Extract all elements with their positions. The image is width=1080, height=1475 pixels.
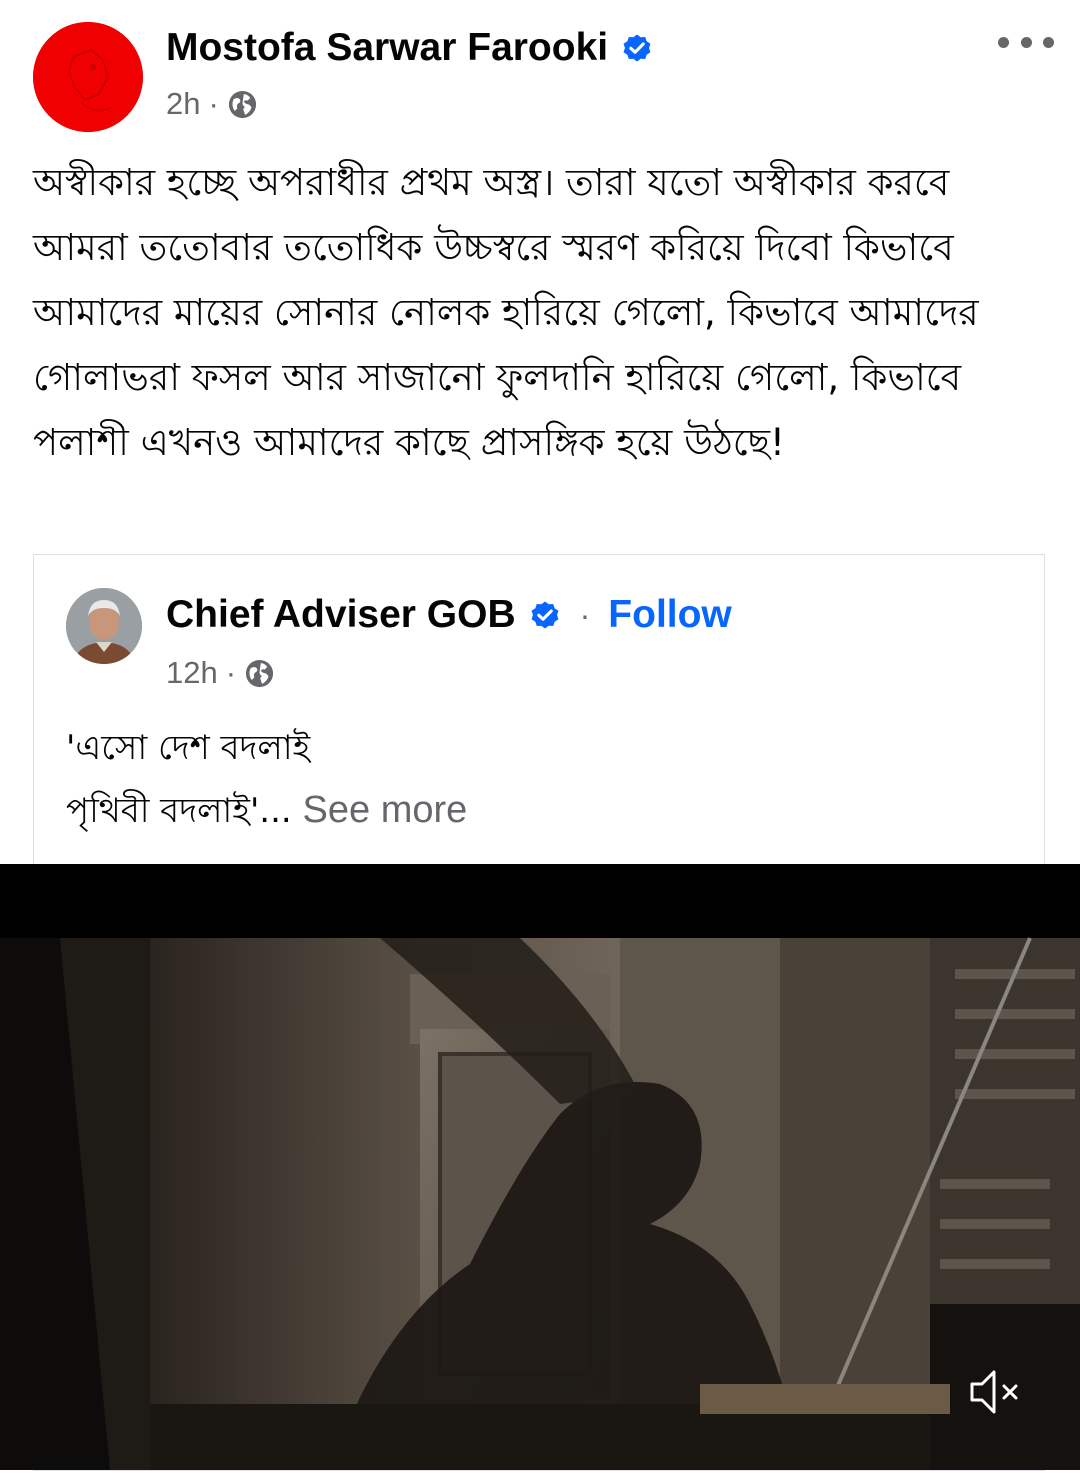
post-time[interactable]: 2h [166,86,200,122]
post-text: অস্বীকার হচ্ছে অপরাধীর প্রথম অস্ত্র। তার… [33,161,979,464]
globe-icon [244,658,275,689]
feed-post: Mostofa Sarwar Farooki 2h · অস্বীকার হচ্… [0,0,1080,1475]
shared-post-meta: 12h · [166,655,275,691]
video-player[interactable] [0,864,1080,1470]
shared-name-row: Chief Adviser GOB · Follow [166,593,732,637]
author-name[interactable]: Mostofa Sarwar Farooki [166,26,608,70]
shared-text-line-2: পৃথিবী বদলাই'... See more [66,779,467,842]
meta-separator: · [208,86,219,121]
mute-toggle-button[interactable] [962,1360,1026,1424]
globe-icon [227,89,258,120]
shared-post-card[interactable]: Chief Adviser GOB · Follow 12h · 'এসো দে… [33,554,1045,864]
verified-badge-icon [528,598,562,632]
shared-author-name[interactable]: Chief Adviser GOB [166,593,516,637]
divider [33,1470,1045,1471]
shared-text-line: পৃথিবী বদলাই'... [66,791,292,831]
follow-button[interactable]: Follow [608,593,731,637]
follow-separator: · [579,596,591,633]
shared-post-time[interactable]: 12h [166,655,218,691]
meta-separator: · [225,655,237,690]
see-more-link[interactable]: See more [303,789,468,831]
shared-text-line: 'এসো দেশ বদলাই [66,728,311,768]
video-frame [0,864,1080,1470]
speaker-muted-icon [970,1370,1018,1414]
more-options-button[interactable] [998,28,1054,56]
author-avatar[interactable] [33,22,143,132]
shared-post-text: 'এসো দেশ বদলাই পৃথিবী বদলাই'... See more [66,717,467,842]
shared-author-avatar[interactable] [66,588,142,664]
post-meta: 2h · [166,86,258,122]
more-dot-icon [1020,36,1032,48]
more-dot-icon [998,36,1009,48]
more-dot-icon [1043,36,1054,48]
author-name-row: Mostofa Sarwar Farooki [166,26,654,70]
verified-badge-icon [620,31,654,65]
